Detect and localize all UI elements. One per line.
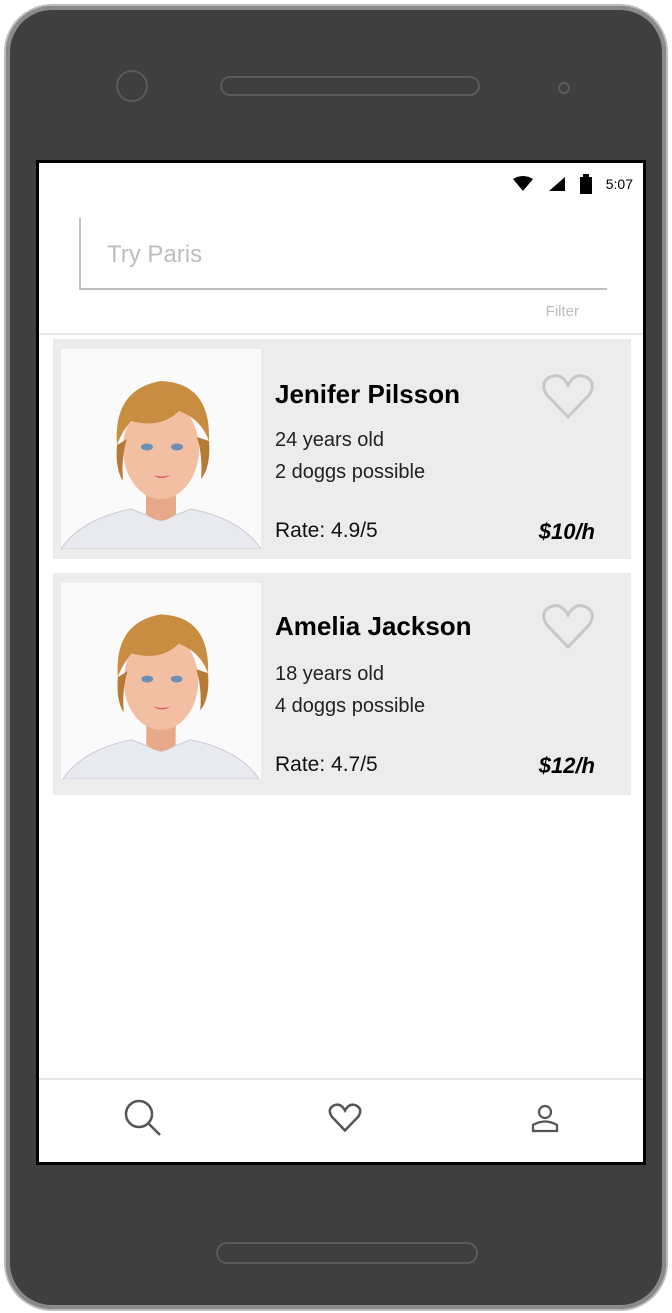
sitter-age: 18 years old: [275, 663, 384, 685]
sitter-price: $10/h: [538, 519, 595, 544]
search-field[interactable]: [79, 218, 607, 290]
user-icon: [530, 1103, 560, 1138]
search-icon: [122, 1097, 164, 1144]
sitter-dogs: 2 doggs possible: [275, 461, 426, 483]
status-bar: 5:07: [512, 173, 633, 195]
filter-link[interactable]: Filter: [546, 303, 579, 320]
signal-icon: [548, 176, 566, 192]
bottom-tab-bar: [39, 1078, 643, 1162]
app-screen: 5:07 Filter Jenifer Pilsson 24 years old…: [36, 160, 646, 1165]
sitter-age: 24 years old: [275, 429, 384, 451]
sitter-dogs: 4 doggs possible: [275, 695, 426, 717]
sitter-card[interactable]: Amelia Jackson 18 years old 4 doggs poss…: [53, 573, 631, 795]
search-input[interactable]: [105, 238, 589, 272]
sitter-price: $12/h: [538, 753, 595, 778]
sitter-photo: [61, 583, 261, 779]
tab-search[interactable]: [121, 1098, 165, 1142]
wifi-icon: [512, 176, 534, 192]
favorite-heart-icon[interactable]: [541, 603, 595, 651]
favorite-heart-icon[interactable]: [541, 373, 595, 421]
heart-icon: [328, 1102, 362, 1138]
battery-icon: [579, 174, 592, 194]
sitter-name: Jenifer Pilsson: [275, 379, 460, 409]
sitter-card[interactable]: Jenifer Pilsson 24 years old 2 doggs pos…: [53, 339, 631, 559]
status-time: 5:07: [605, 176, 633, 192]
earpiece-speaker: [220, 76, 480, 96]
divider: [39, 333, 643, 335]
sitter-photo: [61, 349, 261, 549]
sitter-rate: Rate: 4.7/5: [275, 753, 378, 776]
sitter-rate: Rate: 4.9/5: [275, 519, 378, 542]
tab-profile[interactable]: [523, 1098, 567, 1142]
camera-lens: [116, 70, 148, 102]
proximity-sensor: [558, 82, 570, 94]
home-bar[interactable]: [216, 1242, 478, 1264]
tab-favorites[interactable]: [323, 1098, 367, 1142]
sitter-name: Amelia Jackson: [275, 611, 472, 641]
